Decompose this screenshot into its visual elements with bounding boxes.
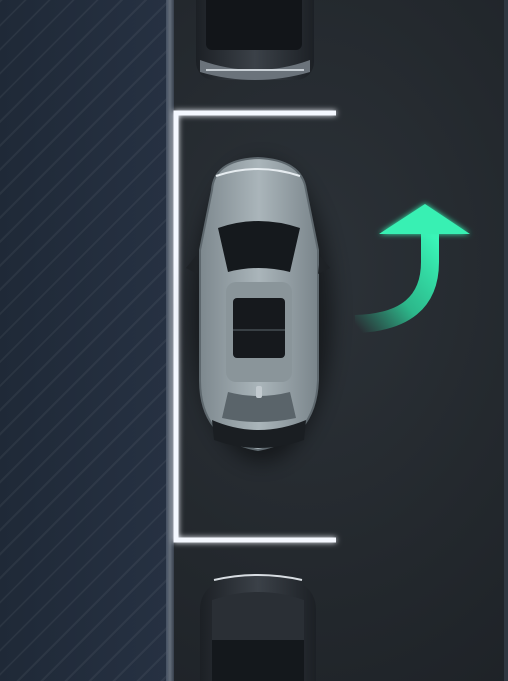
sunroof xyxy=(233,298,285,358)
parked-car-rear xyxy=(200,574,316,681)
parking-assist-view xyxy=(0,0,508,681)
turn-guidance-arrow-icon xyxy=(354,204,470,333)
left-mirror xyxy=(186,256,198,274)
ego-vehicle xyxy=(186,156,330,452)
parked-car-front xyxy=(196,0,314,80)
parking-scene xyxy=(173,0,470,681)
